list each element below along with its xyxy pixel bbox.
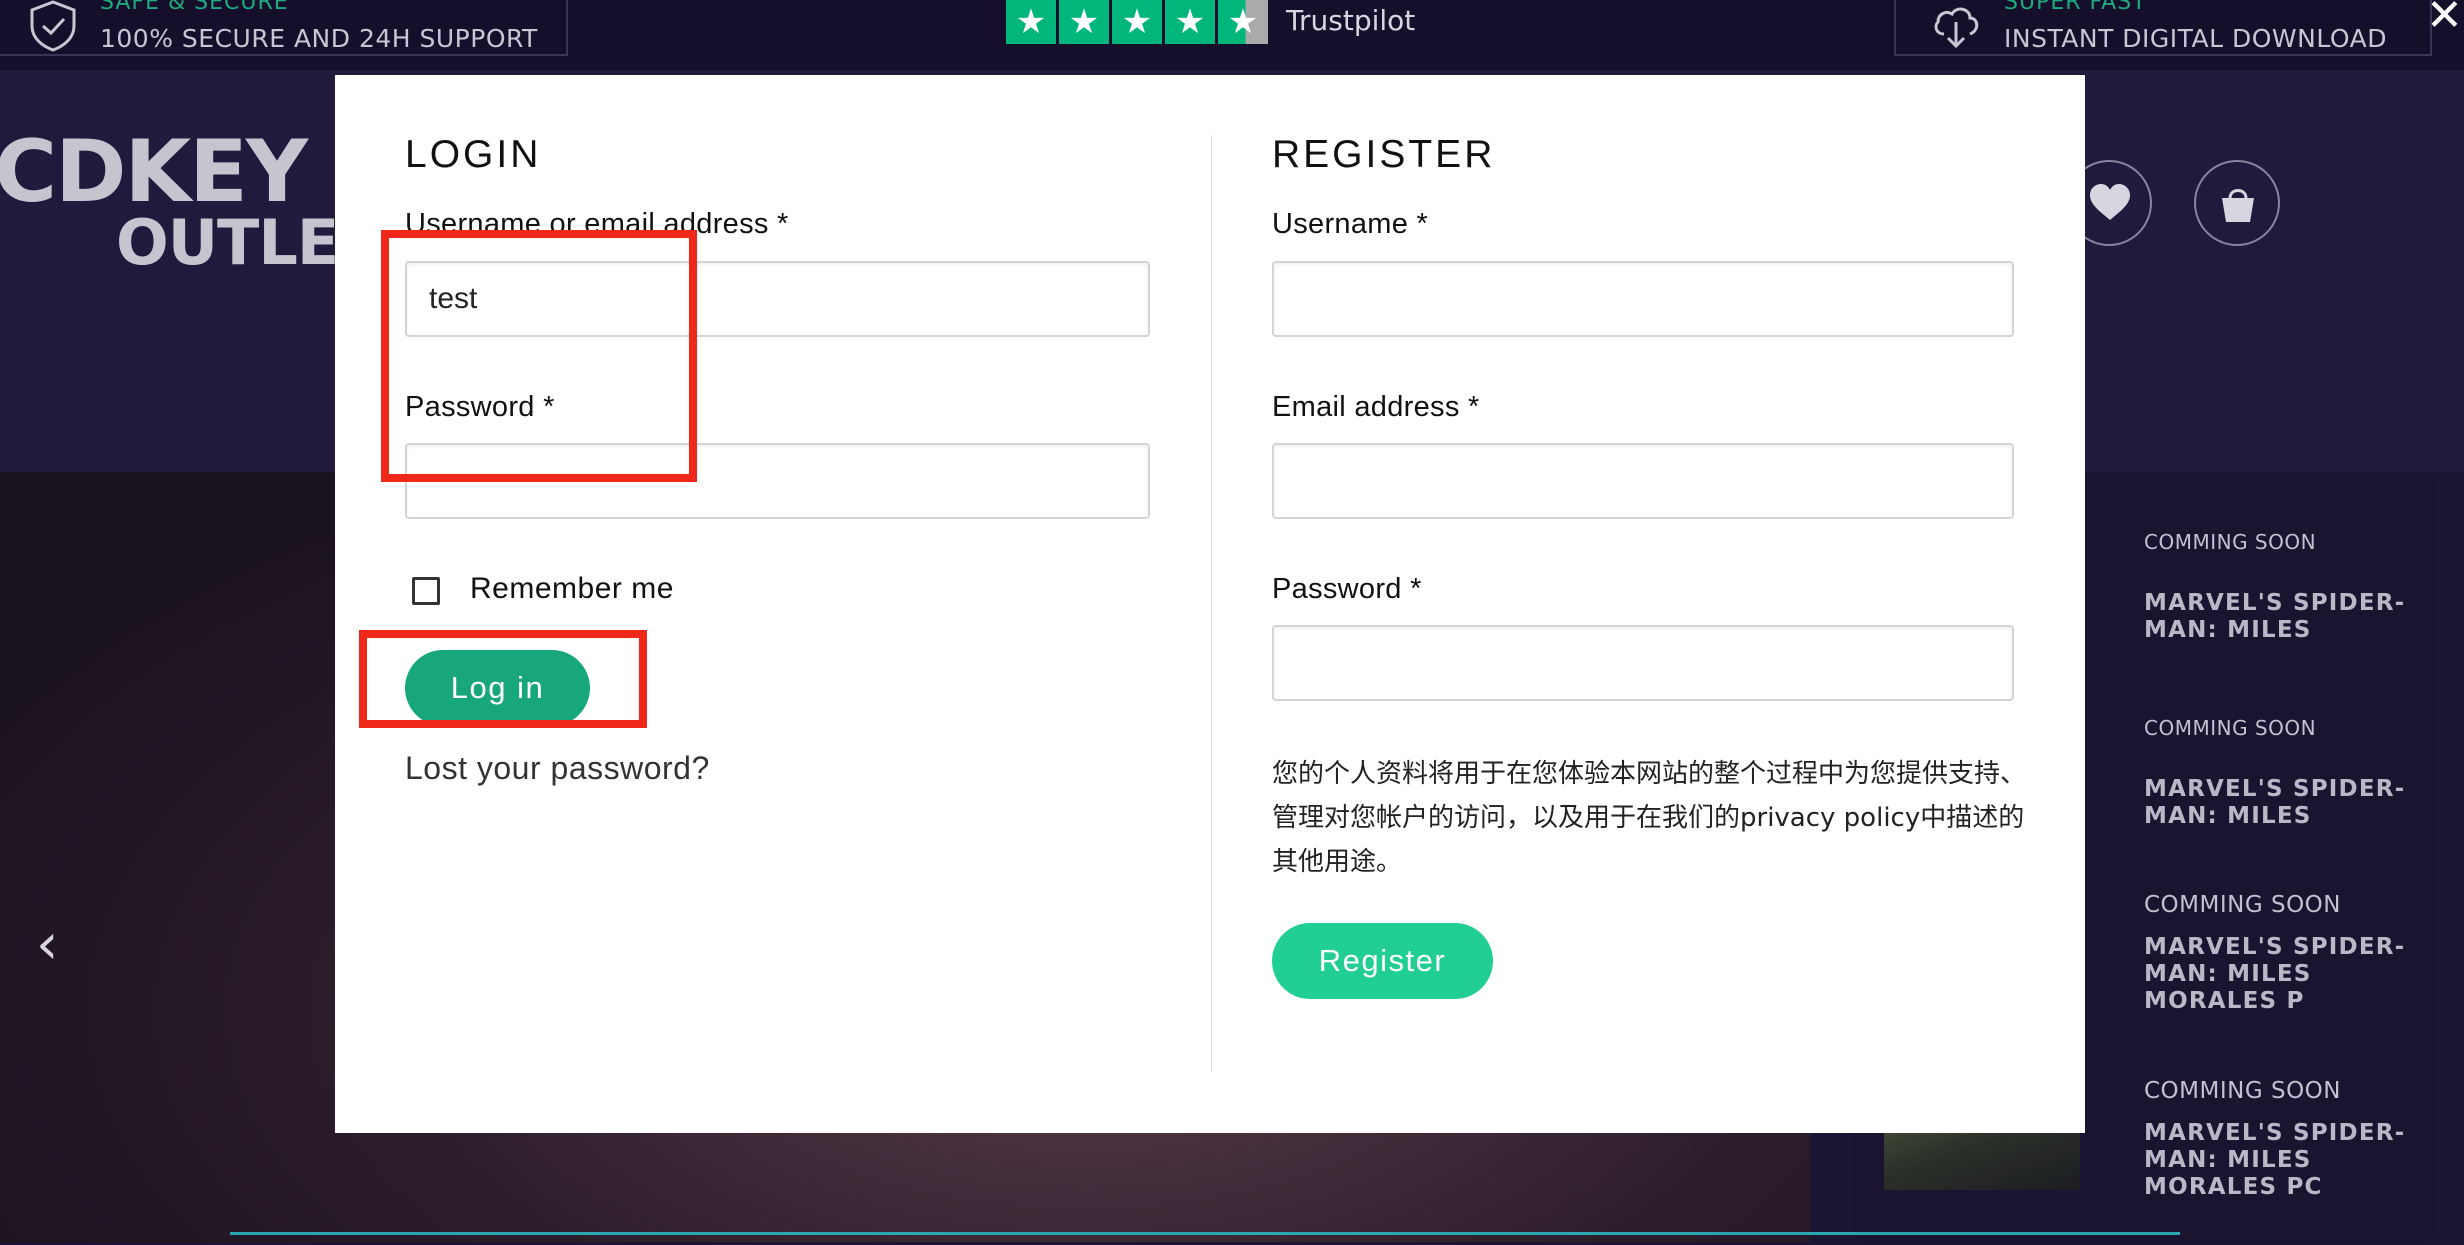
- register-title: REGISTER: [1272, 133, 1496, 176]
- download-title: SUPER FAST: [2004, 0, 2147, 15]
- close-modal-button[interactable]: ✕: [2426, 0, 2464, 38]
- trustpilot-label[interactable]: Trustpilot: [1286, 4, 1415, 37]
- half-star-icon: ★: [1218, 0, 1268, 44]
- product-title[interactable]: MARVEL'S SPIDER-MAN: MILES: [2144, 776, 2414, 830]
- download-subtitle: INSTANT DIGITAL DOWNLOAD: [2004, 24, 2387, 53]
- product-title[interactable]: MARVEL'S SPIDER-MAN: MILES MORALES PC: [2144, 1120, 2414, 1201]
- remember-me-checkbox[interactable]: [412, 577, 440, 605]
- star-icon: ★: [1112, 0, 1162, 44]
- bottom-divider: [230, 1232, 2180, 1245]
- register-password-input[interactable]: [1272, 625, 2014, 701]
- star-icon: ★: [1006, 0, 1056, 44]
- trustpilot-stars[interactable]: ★ ★ ★ ★ ★: [1006, 0, 1271, 44]
- top-features-bar: SAFE & SECURE 100% SECURE AND 24H SUPPOR…: [0, 0, 2464, 70]
- coming-soon-badge: COMMING SOON: [2144, 530, 2317, 554]
- secure-subtitle: 100% SECURE AND 24H SUPPORT: [100, 24, 538, 53]
- shield-check-icon: [28, 0, 80, 52]
- product-title[interactable]: MARVEL'S SPIDER-MAN: MILES MORALES P: [2144, 934, 2414, 1015]
- download-feature: SUPER FAST INSTANT DIGITAL DOWNLOAD: [1894, 0, 2432, 56]
- register-username-label: Username *: [1272, 208, 1429, 240]
- shopping-bag-icon: [2222, 189, 2254, 222]
- register-email-input[interactable]: [1272, 443, 2014, 519]
- coming-soon-badge: COMMING SOON: [2144, 892, 2341, 918]
- coming-soon-badge: COMMING SOON: [2144, 716, 2317, 740]
- product-title[interactable]: MARVEL'S SPIDER-MAN: MILES: [2144, 590, 2414, 644]
- register-password-label: Password *: [1272, 573, 1422, 605]
- secure-feature: SAFE & SECURE 100% SECURE AND 24H SUPPOR…: [0, 0, 568, 56]
- coming-soon-badge: COMMING SOON: [2144, 1078, 2341, 1104]
- annotation-box-credentials: [381, 230, 697, 482]
- remember-me-label[interactable]: Remember me: [470, 572, 674, 606]
- carousel-prev-icon[interactable]: ‹: [36, 912, 58, 977]
- register-username-input[interactable]: [1272, 261, 2014, 337]
- lost-password-link[interactable]: Lost your password?: [405, 750, 710, 787]
- star-icon: ★: [1165, 0, 1215, 44]
- star-icon: ★: [1059, 0, 1109, 44]
- secure-title: SAFE & SECURE: [100, 0, 289, 15]
- annotation-box-login-button: [359, 630, 647, 728]
- cloud-download-icon: [1930, 0, 1982, 52]
- register-email-label: Email address *: [1272, 391, 1480, 423]
- heart-icon: [2090, 184, 2130, 220]
- register-button[interactable]: Register: [1272, 923, 1493, 999]
- column-divider: [1211, 135, 1212, 1072]
- privacy-notice: 您的个人资料将用于在您体验本网站的整个过程中为您提供支持、管理对您帐户的访问，以…: [1272, 759, 2027, 877]
- cart-button[interactable]: [2194, 160, 2280, 246]
- login-title: LOGIN: [405, 133, 542, 176]
